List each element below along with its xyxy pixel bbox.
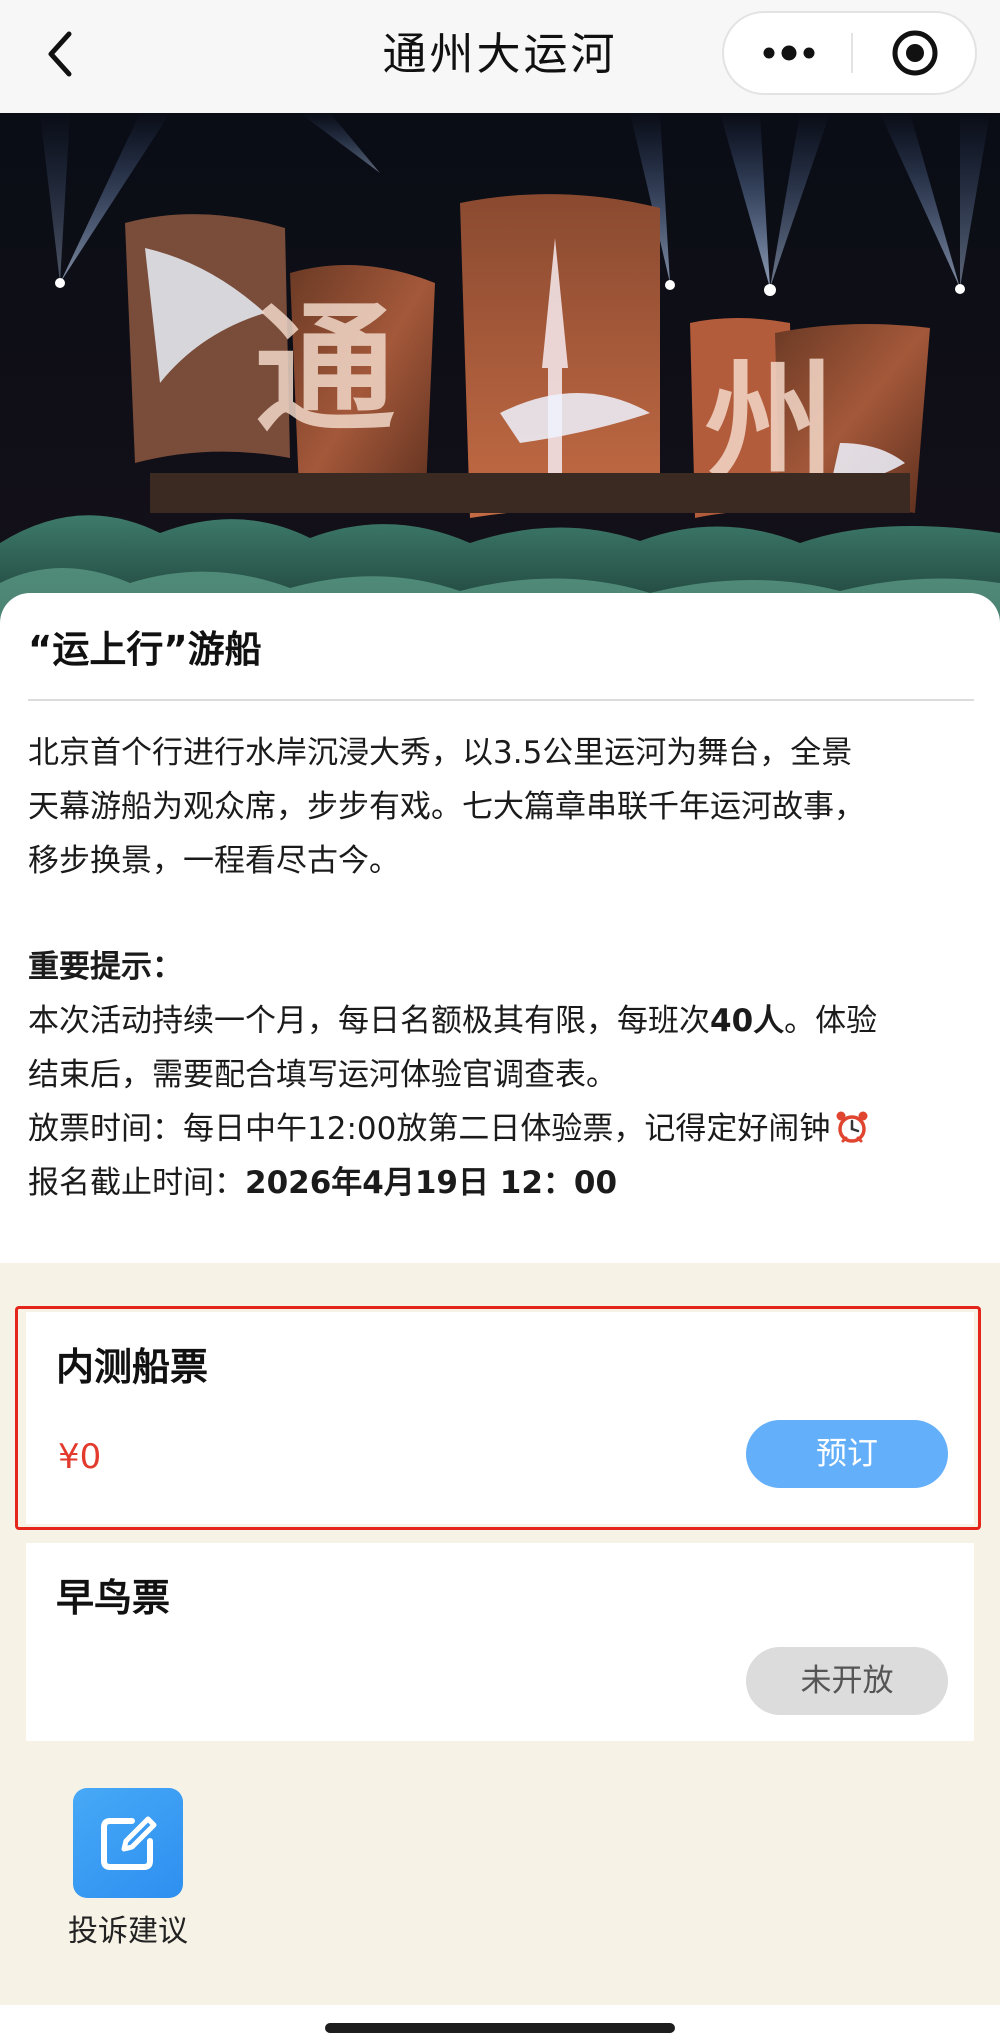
complaint-suggestion-entry[interactable]: 投诉建议 <box>55 1788 205 1958</box>
not-open-button[interactable]: 未开放 <box>746 1647 948 1715</box>
hero-banner-image: 通 州 <box>0 113 1000 623</box>
description-line: 北京首个行进行水岸沉浸大秀，以3.5公里运河为舞台，全景 <box>28 735 853 771</box>
more-dots-icon <box>763 45 814 61</box>
notice-title: 重要提示： <box>28 949 183 985</box>
close-mini-program-button[interactable] <box>853 13 977 93</box>
edit-note-icon <box>73 1788 183 1898</box>
back-button[interactable] <box>30 22 90 86</box>
top-nav-bar: 通州大运河 <box>0 0 1000 113</box>
event-description: 北京首个行进行水岸沉浸大秀，以3.5公里运河为舞台，全景 天幕游船为观众席，步步… <box>28 726 978 888</box>
notice-text: 本次活动持续一个月，每日名额极其有限，每班次 <box>28 1003 710 1039</box>
notice-capacity-line: 本次活动持续一个月，每日名额极其有限，每班次40人。体验 <box>28 994 978 1048</box>
more-button[interactable] <box>726 13 851 93</box>
deadline-value: 2026年4月19日 12：00 <box>245 1165 618 1201</box>
mini-program-capsule <box>722 11 977 95</box>
release-time-line: 放票时间：每日中午12:00放第二日体验票，记得定好闹钟 <box>28 1102 978 1156</box>
title-divider <box>28 699 974 701</box>
deadline-label: 报名截止时间： <box>28 1165 245 1201</box>
hero-illustration: 通 州 <box>0 113 1000 623</box>
event-info-card: “运上行”游船 北京首个行进行水岸沉浸大秀，以3.5公里运河为舞台，全景 天幕游… <box>0 593 1000 1263</box>
notice-text: 。体验 <box>784 1003 878 1039</box>
bottom-safe-area <box>0 2005 1000 2043</box>
chevron-left-icon <box>48 31 72 77</box>
ticket-name: 早鸟票 <box>56 1576 171 1620</box>
release-time-text: 放票时间：每日中午12:00放第二日体验票，记得定好闹钟 <box>28 1111 831 1147</box>
ticket-highlight-frame <box>15 1306 981 1530</box>
deadline-line: 报名截止时间：2026年4月19日 12：00 <box>28 1156 978 1210</box>
ticket-card-early-bird: 早鸟票 未开放 <box>26 1543 974 1741</box>
capacity-value: 40人 <box>710 1003 785 1039</box>
home-indicator[interactable] <box>325 2023 675 2033</box>
notice-survey-line: 结束后，需要配合填写运河体验官调查表。 <box>28 1057 617 1093</box>
target-close-icon <box>892 30 938 76</box>
page-title: 通州大运河 <box>382 29 618 80</box>
description-line: 天幕游船为观众席，步步有戏。七大篇章串联千年运河故事， <box>28 789 865 825</box>
edit-note-glyph <box>101 1816 157 1870</box>
hero-sail-character-1: 通 <box>255 288 395 452</box>
event-title: “运上行”游船 <box>28 628 262 671</box>
alarm-clock-icon <box>836 1111 868 1143</box>
complaint-label: 投诉建议 <box>68 1914 188 1949</box>
description-line: 移步换景，一程看尽古今。 <box>28 843 400 879</box>
ticket-booking-page: 通州大运河 通 州 “运上行”游船 北京首个行进行水岸沉浸大秀，以3.5公里运河… <box>0 0 1000 2043</box>
